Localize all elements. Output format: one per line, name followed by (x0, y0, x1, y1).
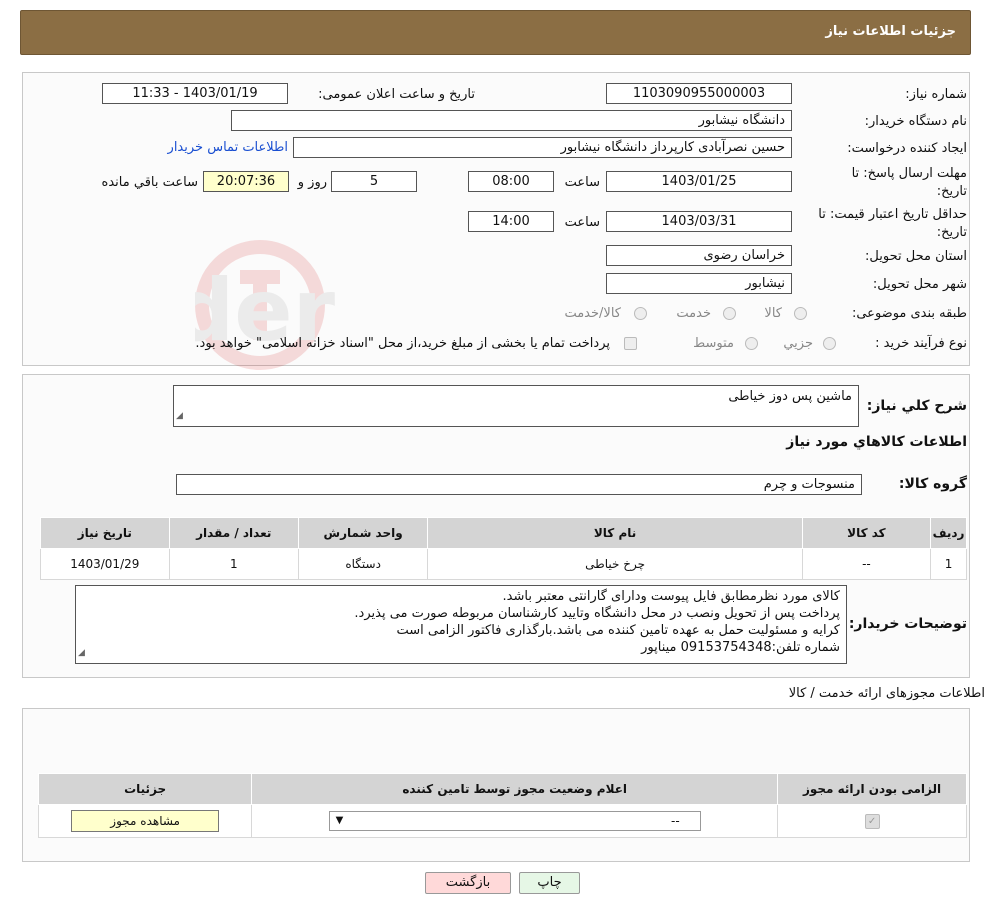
col-license-details: جزئیات (37, 773, 253, 805)
col-goods-name: نام کالا (427, 517, 803, 549)
description-label: شرح کلي نياز: (866, 398, 967, 414)
validity-time-label: ساعت (564, 215, 600, 230)
description-text: ماشین پس دوز خیاطی (728, 389, 852, 404)
buyer-notes-textarea: کالای مورد نظرمطابق فایل پیوست ودارای گا… (75, 585, 847, 664)
buyer-notes-line: شماره تلفن:09153754348 میناپور (641, 640, 840, 655)
goods-group-label: گروه کالا: (898, 476, 967, 492)
category-radio-both[interactable] (634, 307, 647, 320)
buyer-notes-line: پرداخت پس از تحویل ونصب در محل دانشگاه و… (354, 606, 840, 621)
goods-table-header: رديف کد کالا نام کالا واحد شمارش تعداد /… (40, 517, 967, 549)
cell-license-required: ✓ (777, 804, 967, 838)
city-field: نیشابور (606, 273, 792, 294)
resize-grip-icon: ◢ (176, 411, 183, 421)
cell-row-number: 1 (930, 548, 967, 580)
validity-time-field: 14:00 (468, 211, 554, 232)
deadline-time-field: 08:00 (468, 171, 554, 192)
category-option-service: خدمت (676, 306, 711, 321)
goods-group-field: منسوجات و چرم (176, 474, 862, 495)
table-row: 1 -- چرخ خیاطی دستگاه 1 1403/01/29 (40, 548, 967, 580)
validity-label: حداقل تاریخ اعتبار قیمت: تا (818, 207, 967, 222)
buyer-notes-line: کرایه و مسئولیت حمل به عهده تامین کننده … (396, 623, 840, 638)
treasury-checkbox[interactable] (624, 337, 637, 350)
goods-info-title: اطلاعات کالاهاي مورد نياز (786, 434, 967, 450)
cell-quantity: 1 (168, 548, 299, 580)
purchase-note: پرداخت تمام یا بخشی از مبلغ خرید،از محل … (195, 336, 610, 351)
table-row: ✓ -- ▼ مشاهده مجوز (37, 804, 967, 838)
col-row-number: رديف (930, 517, 967, 549)
licenses-table-header: الزامی بودن ارائه مجوز اعلام وضعیت مجوز … (37, 773, 967, 805)
purchase-option-partial: جزیي (783, 336, 813, 351)
creator-label: ایجاد کننده درخواست: (847, 141, 967, 156)
buyer-contact-link[interactable]: اطلاعات تماس خریدار (168, 140, 288, 155)
page-title: جزئیات اطلاعات نیاز (825, 24, 956, 39)
goods-table: رديف کد کالا نام کالا واحد شمارش تعداد /… (40, 517, 967, 580)
remaining-time-field: 20:07:36 (203, 171, 289, 192)
col-license-required: الزامی بودن ارائه مجوز (777, 773, 967, 805)
buyer-org-field: دانشگاه نیشابور (231, 110, 792, 131)
license-status-value: -- (671, 814, 680, 828)
cell-license-details: مشاهده مجوز (37, 804, 253, 838)
description-textarea: ماشین پس دوز خیاطی ◢ (173, 385, 859, 427)
deadline-label: مهلت ارسال پاسخ: تا (851, 166, 967, 181)
col-license-status: اعلام وضعیت مجوز توسط تامین کننده (251, 773, 779, 805)
city-label: شهر محل تحویل: (872, 277, 967, 292)
purchase-radio-partial[interactable] (823, 337, 836, 350)
category-option-both: کالا/خدمت (564, 306, 621, 321)
cell-goods-name: چرخ خیاطی (427, 548, 803, 580)
purchase-option-medium: متوسط (693, 336, 734, 351)
announce-label: تاریخ و ساعت اعلان عمومی: (318, 87, 475, 102)
cell-unit: دستگاه (297, 548, 429, 580)
need-number-field: 1103090955000003 (606, 83, 792, 104)
validity-date-field: 1403/03/31 (606, 211, 792, 232)
need-number-label: شماره نیاز: (905, 87, 967, 102)
licenses-title: اطلاعات مجوزهای ارائه خدمت / کالا (788, 686, 985, 701)
resize-grip-icon: ◢ (78, 648, 85, 658)
chevron-down-icon: ▼ (335, 815, 344, 826)
category-radio-service[interactable] (723, 307, 736, 320)
deadline-time-label: ساعت (564, 175, 600, 190)
days-field: 5 (331, 171, 417, 192)
deadline-date-field: 1403/01/25 (606, 171, 792, 192)
validity-label-date: تاریخ: (936, 225, 967, 240)
buyer-notes-label: توضیحات خریدار: (848, 616, 967, 632)
page-header: جزئیات اطلاعات نیاز (20, 10, 971, 55)
cell-need-date: 1403/01/29 (40, 548, 170, 580)
days-label: روز و (297, 175, 327, 190)
remaining-label: ساعت باقي مانده (101, 175, 198, 190)
deadline-label-date: تاریخ: (936, 184, 967, 199)
view-license-button[interactable]: مشاهده مجوز (71, 810, 220, 832)
purchase-radio-medium[interactable] (745, 337, 758, 350)
back-button[interactable]: بازگشت (425, 872, 511, 894)
licenses-table: الزامی بودن ارائه مجوز اعلام وضعیت مجوز … (37, 773, 967, 838)
province-field: خراسان رضوی (606, 245, 792, 266)
creator-field: حسین نصرآبادی کارپرداز دانشگاه نیشابور (293, 137, 792, 158)
print-button[interactable]: چاپ (519, 872, 580, 894)
license-required-checkbox: ✓ (864, 814, 880, 829)
col-quantity: تعداد / مقدار (168, 517, 299, 549)
announce-datetime-field: 1403/01/19 - 11:33 (102, 83, 288, 104)
col-need-date: تاریخ نیاز (40, 517, 170, 549)
province-label: استان محل تحویل: (865, 249, 967, 264)
cell-license-status: -- ▼ (251, 804, 779, 838)
col-unit: واحد شمارش (297, 517, 429, 549)
category-option-goods: کالا (764, 306, 782, 321)
buyer-notes-line: کالای مورد نظرمطابق فایل پیوست ودارای گا… (502, 589, 840, 604)
cell-goods-code: -- (801, 548, 932, 580)
col-goods-code: کد کالا (801, 517, 932, 549)
purchase-type-label: نوع فرآیند خرید : (875, 336, 967, 351)
buyer-org-label: نام دستگاه خریدار: (864, 114, 967, 129)
category-radio-goods[interactable] (794, 307, 807, 320)
license-status-select[interactable]: -- ▼ (328, 811, 701, 831)
category-label: طبقه بندی موضوعی: (851, 306, 967, 321)
